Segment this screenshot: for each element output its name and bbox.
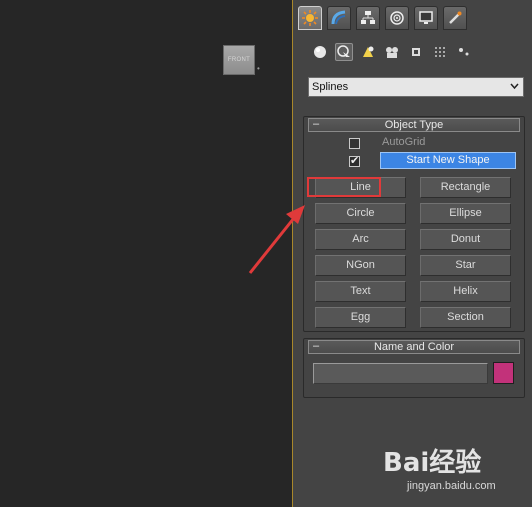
- hierarchy-tab-icon[interactable]: [356, 6, 380, 30]
- rectangle-button[interactable]: Rectangle: [420, 177, 511, 198]
- baidu-jingyan-watermark: Bai经验 jingyan.baidu.com: [383, 440, 528, 500]
- motion-tab-icon[interactable]: [385, 6, 409, 30]
- modify-tab-icon[interactable]: [327, 6, 351, 30]
- object-color-swatch[interactable]: [493, 362, 514, 384]
- object-category-dropdown[interactable]: Splines: [308, 77, 524, 97]
- dropdown-value: Splines: [312, 81, 349, 93]
- autogrid-label: AutoGrid: [382, 136, 426, 148]
- section-button[interactable]: Section: [420, 307, 511, 328]
- collapse-icon: –: [313, 118, 320, 130]
- shapes-icon[interactable]: [335, 43, 353, 61]
- utilities-tab-icon[interactable]: [443, 6, 467, 30]
- checkmark-icon: ✔: [350, 155, 360, 167]
- donut-button[interactable]: Donut: [420, 229, 511, 250]
- egg-button[interactable]: Egg: [315, 307, 406, 328]
- command-panel: Splines – Object Type AutoGrid ✔ Start N…: [295, 0, 532, 507]
- baidu-logo: Bai经验: [383, 448, 482, 478]
- name-and-color-header[interactable]: – Name and Color: [308, 340, 520, 354]
- name-and-color-rollout: – Name and Color: [303, 338, 525, 398]
- collapse-icon: –: [313, 340, 320, 352]
- object-type-title: Object Type: [384, 119, 444, 131]
- viewcube[interactable]: FRONT: [223, 45, 255, 75]
- helpers-icon[interactable]: [407, 43, 425, 61]
- circle-button[interactable]: Circle: [315, 203, 406, 224]
- name-and-color-title: Name and Color: [373, 341, 455, 353]
- geometry-icon[interactable]: [311, 43, 329, 61]
- ngon-button[interactable]: NGon: [315, 255, 406, 276]
- ellipse-button[interactable]: Ellipse: [420, 203, 511, 224]
- display-tab-icon[interactable]: [414, 6, 438, 30]
- helix-button[interactable]: Helix: [420, 281, 511, 302]
- arc-button[interactable]: Arc: [315, 229, 406, 250]
- lights-icon[interactable]: [359, 43, 377, 61]
- space-warps-icon[interactable]: [431, 43, 449, 61]
- object-type-header[interactable]: – Object Type: [308, 118, 520, 132]
- chevron-down-icon: [510, 83, 519, 90]
- start-new-shape-checkbox[interactable]: ✔: [349, 155, 360, 167]
- object-name-input[interactable]: [313, 363, 488, 384]
- autogrid-checkbox[interactable]: [349, 138, 360, 149]
- star-button[interactable]: Star: [420, 255, 511, 276]
- annotation-highlight-box: [307, 177, 381, 197]
- create-tab-icon[interactable]: [298, 6, 322, 30]
- viewport[interactable]: FRONT •: [0, 0, 293, 507]
- cameras-icon[interactable]: [383, 43, 401, 61]
- watermark-url: jingyan.baidu.com: [407, 480, 496, 492]
- object-type-rollout: – Object Type AutoGrid ✔ Start New Shape…: [303, 116, 525, 332]
- start-new-shape-button[interactable]: Start New Shape: [380, 152, 516, 169]
- viewcube-home-icon[interactable]: •: [257, 64, 260, 73]
- systems-icon[interactable]: [455, 43, 473, 61]
- text-button[interactable]: Text: [315, 281, 406, 302]
